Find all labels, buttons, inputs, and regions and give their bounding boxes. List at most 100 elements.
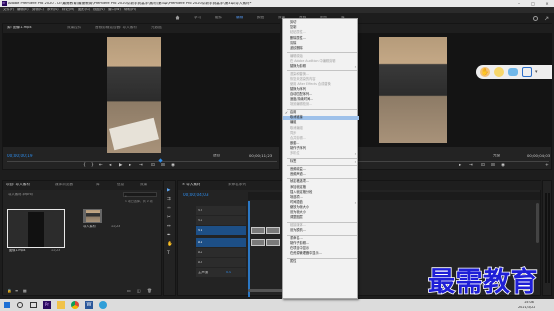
task-view-icon[interactable] [30,302,37,308]
workspace-assembly[interactable]: 组件 [215,16,222,20]
search-icon[interactable] [17,302,23,308]
menu-edit[interactable]: 编辑(E) [17,8,29,11]
tab-audio-clip-mixer[interactable]: 音频剪辑混合器: 导入素材 [95,26,137,30]
program-fit-select[interactable]: 完整 [493,154,500,158]
context-menu-item[interactable]: 设为脱机... [283,229,359,234]
timeline-vertical-scrollbar[interactable] [536,203,539,243]
workspace-color[interactable]: 颜色 [257,16,264,20]
clock-time[interactable]: 15:08 [524,301,534,304]
slip-tool-icon[interactable]: ↔ [167,224,171,230]
premiere-taskbar-icon[interactable]: Pr [43,301,51,309]
tab-effects[interactable]: 效果 [140,183,147,187]
menu-file[interactable]: 文件(F) [3,8,14,11]
track-v3[interactable]: V3 [196,206,246,215]
audio-clip-selected[interactable] [266,239,280,246]
tab-sequence[interactable]: × 导入素材 [182,183,201,187]
close-icon[interactable]: × [540,0,554,7]
context-menu-item[interactable]: 调整图层 [283,216,359,221]
step-back-icon[interactable]: ◂ [109,163,111,169]
search-icon[interactable] [533,15,538,21]
audio-clip-selected[interactable] [251,239,265,246]
project-item-sequence[interactable] [83,209,102,223]
video-clip-selected[interactable] [251,227,265,234]
chrome-icon[interactable] [71,301,79,309]
context-menu-item[interactable]: 音频声道... [283,172,359,177]
playhead[interactable] [248,201,250,297]
context-menu-item[interactable]: 替换为剪辑 › [283,64,359,69]
lock-icon[interactable]: 🔒 [7,289,12,293]
windows-start-icon[interactable] [4,302,10,308]
tab-info[interactable]: 信息 [117,183,124,187]
home-icon[interactable] [175,15,180,20]
source-playhead[interactable] [158,158,163,163]
go-to-in-icon[interactable]: ⇤ [99,163,103,169]
workspace-editing[interactable]: 编辑 [236,16,243,20]
type-tool-icon[interactable]: T [167,251,170,257]
word-icon[interactable]: W [85,301,93,309]
track-v1[interactable]: V1 [196,226,246,235]
video-clip-selected[interactable] [266,227,280,234]
minimize-icon[interactable]: – [512,0,526,7]
track-a1[interactable]: A1 [196,238,246,247]
menu-graphics[interactable]: 图形(G) [78,8,90,11]
new-item-icon[interactable]: ◫ [137,289,141,293]
tab-project[interactable]: 项目: 导入素材 [6,183,30,187]
camera-icon[interactable]: ◉ [171,163,175,169]
timeline-timecode[interactable]: 00;00;04;03 [183,193,209,197]
razor-tool-icon[interactable]: ✂ [167,215,171,221]
lift-icon[interactable]: ⊡ [481,163,485,169]
context-menu-item[interactable]: 标签 › [283,159,359,164]
clock-date[interactable]: 2021/3/22 [518,306,535,309]
share-icon[interactable] [544,16,549,21]
source-scrubber[interactable] [7,161,277,162]
screen-capture-icon[interactable] [522,67,532,77]
icon-view-icon[interactable]: ▦ [23,289,27,293]
context-menu-item[interactable]: 波纹删除 [283,46,359,51]
program-go-to-out-icon[interactable]: ⇥ [469,163,473,169]
context-menu-item[interactable]: 帧定格选项... [283,180,359,185]
project-search-input[interactable]: ⌕ [123,192,157,198]
tab-source[interactable]: 源: 图像1.mp4 [7,26,32,30]
tab-unnamed-sequence[interactable]: 未命名序列 [228,183,246,187]
menu-clip[interactable]: 剪辑(C) [32,8,44,11]
track-a2[interactable]: A2 [196,248,246,257]
hand-tool-icon[interactable]: ✋ [167,242,173,248]
source-video-area[interactable] [3,33,280,153]
mark-in-icon[interactable]: { [83,163,86,169]
play-icon[interactable]: ▶ [119,163,122,169]
tab-metadata[interactable]: 元数据 [151,26,162,30]
context-menu-item[interactable]: 编组 [283,121,359,126]
track-a3[interactable]: A3 [196,258,246,267]
export-frame-icon[interactable]: ◉ [501,163,505,169]
menu-marker[interactable]: 标记(M) [62,8,74,11]
pen-icon[interactable] [494,67,504,77]
fit-select[interactable]: 适合 [213,154,220,158]
track-v2[interactable]: V2 [196,216,246,225]
master-volume[interactable]: 0.0 [226,271,231,274]
track-master[interactable]: 主声道 0.0 [196,268,246,277]
edge-icon[interactable] [99,301,107,309]
extract-icon[interactable]: ⊟ [491,163,495,169]
program-step-forward-icon[interactable]: ▸ [459,163,461,169]
project-item-clip[interactable] [7,209,65,248]
context-menu-item[interactable]: 添加帧定格 [283,185,359,190]
explorer-icon[interactable] [57,301,65,309]
selection-tool-icon[interactable]: ▶ [167,188,170,194]
menu-view[interactable]: 视图(V) [93,8,105,11]
menu-help[interactable]: 帮助(H) [124,8,136,11]
tab-effect-controls[interactable]: 效果控件 [67,26,81,30]
maximize-icon[interactable]: □ [526,0,540,7]
source-timecode[interactable]: 00;00;00;19 [7,154,33,158]
step-forward-icon[interactable]: ▸ [129,163,131,169]
context-menu-item[interactable]: 属性 [283,259,359,264]
list-view-icon[interactable]: ≡ [15,289,18,293]
overwrite-icon[interactable]: ⊟ [161,163,165,169]
ripple-edit-tool-icon[interactable]: ⇿ [167,206,171,212]
workspace-learn[interactable]: 学习 [194,16,201,20]
tab-media-browser[interactable]: 媒体浏览器 [55,183,73,187]
menu-window[interactable]: 窗口(W) [108,8,121,11]
chat-icon[interactable] [508,68,518,76]
track-select-tool-icon[interactable]: ⇉ [167,197,171,203]
tab-libraries[interactable]: 库 [96,183,100,187]
more-icon[interactable]: ▾ [535,67,547,77]
